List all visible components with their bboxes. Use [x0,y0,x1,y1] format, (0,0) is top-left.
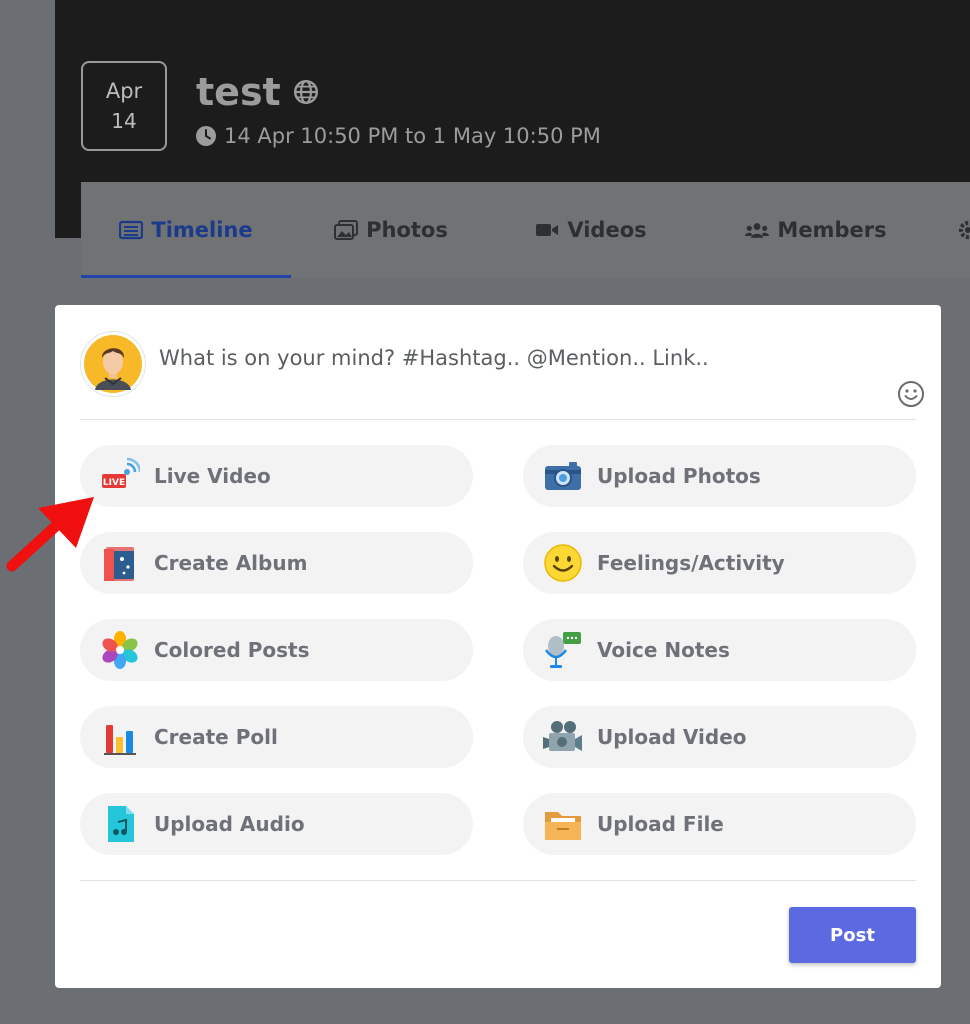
option-label: Feelings/Activity [597,551,785,575]
smiley-icon [544,544,582,582]
poll-icon [104,725,136,755]
gear-icon [959,221,970,239]
option-label: Upload Video [597,725,747,749]
tab-settings[interactable] [941,182,970,278]
live-video-icon: LIVE [102,457,140,488]
upload-video-button[interactable]: Upload Video [523,706,916,768]
tab-label: Members [777,218,887,242]
audio-file-icon [108,806,134,842]
tab-label: Videos [567,218,647,242]
images-icon [334,220,359,240]
svg-text:LIVE: LIVE [103,478,125,488]
event-title: test [196,70,281,114]
microphone-icon [544,632,581,668]
clock-icon [196,126,216,146]
camera-icon [545,462,581,490]
video-icon [543,721,582,751]
voice-notes-button[interactable]: Voice Notes [523,619,916,681]
option-label: Upload File [597,812,724,836]
event-title-row: test [196,70,319,114]
video-camera-icon [536,224,559,236]
create-album-button[interactable]: Create Album [80,532,473,594]
tab-timeline[interactable]: Timeline [81,182,291,278]
option-label: Upload Audio [154,812,305,836]
option-label: Colored Posts [154,638,310,662]
tab-label: Photos [366,218,448,242]
list-icon [119,220,144,240]
divider [80,419,916,420]
event-tabs: Timeline Photos Videos Members [81,182,970,278]
post-button[interactable]: Post [789,907,916,963]
emoji-icon[interactable] [897,380,925,408]
create-poll-button[interactable]: Create Poll [80,706,473,768]
avatar[interactable] [80,331,146,397]
post-options-grid: LIVE Live Video Upload Photos Create Alb… [80,445,916,855]
feelings-activity-button[interactable]: Feelings/Activity [523,532,916,594]
event-time-row: 14 Apr 10:50 PM to 1 May 10:50 PM [196,124,601,148]
option-label: Live Video [154,464,271,488]
upload-photos-button[interactable]: Upload Photos [523,445,916,507]
tab-members[interactable]: Members [691,182,941,278]
post-composer: LIVE Live Video Upload Photos [55,305,941,988]
event-time: 14 Apr 10:50 PM to 1 May 10:50 PM [224,124,601,148]
album-icon [104,547,134,581]
event-day: 14 [111,109,137,133]
event-date-box: Apr 14 [81,61,167,151]
event-month: Apr [105,79,143,103]
divider [80,880,916,881]
globe-icon [293,79,318,105]
option-label: Create Poll [154,725,278,749]
upload-audio-button[interactable]: Upload Audio [80,793,473,855]
users-icon [745,223,770,238]
folder-icon [545,812,581,840]
upload-file-button[interactable]: Upload File [523,793,916,855]
tab-label: Timeline [151,218,253,242]
option-label: Create Album [154,551,308,575]
color-flower-icon [102,631,138,669]
post-input[interactable] [159,341,879,375]
option-label: Upload Photos [597,464,761,488]
tab-videos[interactable]: Videos [491,182,691,278]
live-video-button[interactable]: LIVE Live Video [80,445,473,507]
user-avatar-icon [84,335,142,393]
option-label: Voice Notes [597,638,730,662]
annotation-arrow-icon [6,497,94,572]
tab-photos[interactable]: Photos [291,182,491,278]
colored-posts-button[interactable]: Colored Posts [80,619,473,681]
